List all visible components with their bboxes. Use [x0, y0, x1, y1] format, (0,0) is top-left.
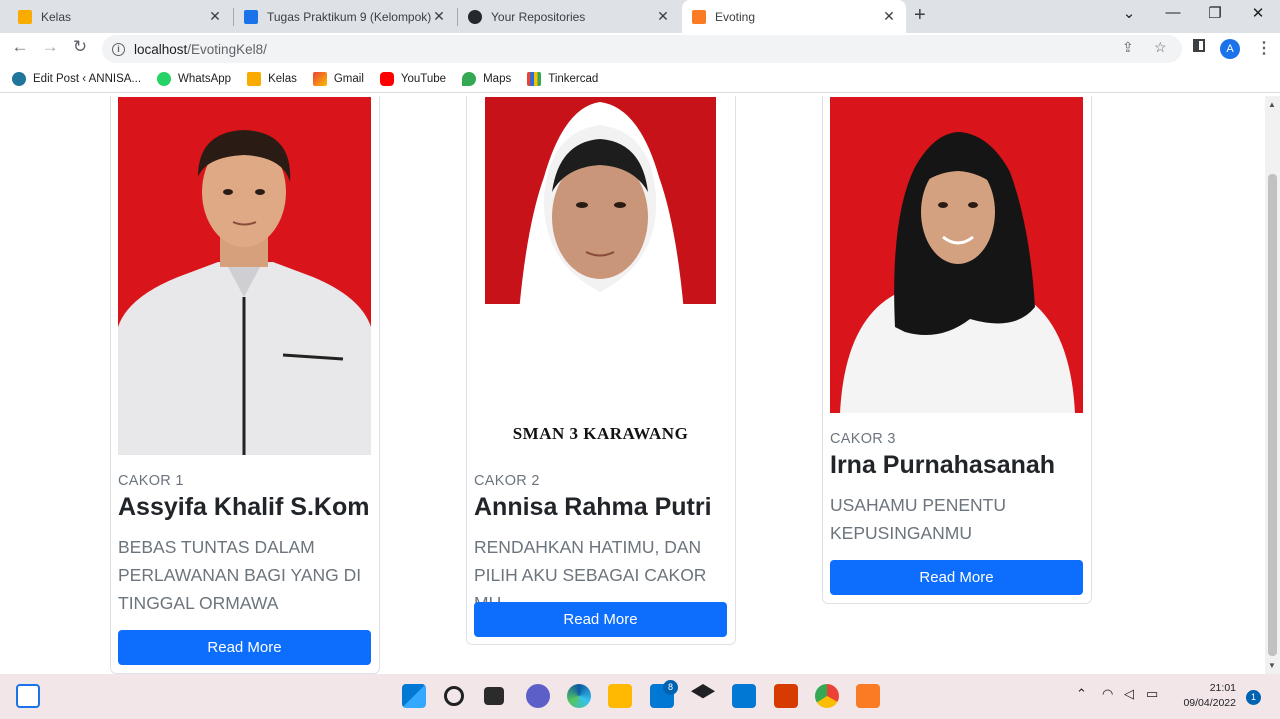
- url-host: localhost: [134, 41, 188, 57]
- bookmark-maps[interactable]: Maps: [462, 71, 511, 86]
- read-more-button[interactable]: Read More: [118, 630, 371, 665]
- scroll-down-arrow[interactable]: ▼: [1268, 661, 1276, 670]
- search-icon[interactable]: [444, 686, 464, 706]
- edge-icon[interactable]: [567, 684, 591, 708]
- youtube-icon: [379, 71, 394, 86]
- menu-icon[interactable]: ⋮: [1256, 38, 1272, 58]
- close-icon[interactable]: ✕: [656, 8, 670, 25]
- candidate-motto: USAHAMU PENENTU KEPUSINGANMU: [830, 495, 1006, 543]
- photo-caption: SMAN 3 KARAWANG: [512, 424, 689, 443]
- xampp-icon[interactable]: [856, 684, 880, 708]
- back-button[interactable]: ←: [9, 37, 31, 57]
- office-icon[interactable]: [774, 684, 798, 708]
- tab-search-icon[interactable]: ⌄: [1119, 4, 1139, 22]
- clock-date: 09/04/2022: [1183, 697, 1236, 709]
- maps-icon: [462, 71, 477, 86]
- site-info-icon[interactable]: i: [112, 42, 125, 56]
- reload-button[interactable]: ↻: [69, 37, 91, 57]
- classroom-icon: [18, 9, 32, 24]
- start-icon[interactable]: [402, 684, 426, 708]
- file-explorer-icon[interactable]: [608, 684, 632, 708]
- widgets-icon[interactable]: [16, 684, 40, 708]
- mail-badge: 8: [663, 680, 678, 695]
- bookmark-gmail[interactable]: Gmail: [312, 71, 364, 86]
- candidate-name: Annisa Rahma Putri: [474, 493, 712, 521]
- page-scrollbar[interactable]: ▲ ▼: [1265, 96, 1280, 674]
- gmail-icon: [312, 71, 327, 86]
- candidate-card-2: SMAN 3 KARAWANG CAKOR 2 Annisa Rahma Put…: [466, 96, 736, 645]
- tray-overflow-icon[interactable]: ⌃: [1076, 686, 1087, 702]
- candidate-photo-3: [830, 97, 1083, 413]
- forward-button[interactable]: →: [39, 37, 61, 57]
- candidate-photo-2: [474, 97, 727, 455]
- close-icon[interactable]: ✕: [208, 8, 222, 25]
- candidate-card-1: CAKOR 1 Assyifa Khalif S.Kom BEBAS TUNTA…: [110, 96, 380, 674]
- candidate-card-3: CAKOR 3 Irna Purnahasanah USAHAMU PENENT…: [822, 96, 1092, 604]
- candidate-motto: BEBAS TUNTAS DALAM PERLAWANAN BAGI YANG …: [118, 537, 362, 613]
- read-more-button[interactable]: Read More: [830, 560, 1083, 595]
- tab-your-repositories[interactable]: Your Repositories ✕: [458, 0, 680, 33]
- wifi-icon[interactable]: ◠: [1102, 686, 1113, 702]
- notification-badge[interactable]: 1: [1246, 690, 1261, 705]
- tab-evoting[interactable]: Evoting ✕: [682, 0, 906, 33]
- close-icon[interactable]: ✕: [882, 8, 896, 25]
- volume-icon[interactable]: ◁: [1124, 686, 1134, 702]
- tab-tugas-praktikum[interactable]: Tugas Praktikum 9 (Kelompok) ✕: [234, 0, 456, 33]
- bookmark-tinkercad[interactable]: Tinkercad: [527, 71, 598, 86]
- bookmark-edit-post[interactable]: Edit Post ‹ ANNISA...: [12, 71, 141, 86]
- candidate-name: Assyifa Khalif S.Kom: [118, 493, 370, 521]
- bookmark-youtube[interactable]: YouTube: [379, 71, 446, 86]
- address-bar[interactable]: i localhost/EvotingKel8/ ⇪ ☆: [102, 35, 1182, 63]
- scroll-thumb[interactable]: [1268, 174, 1277, 656]
- clock[interactable]: 21:01 09/04/2022: [1170, 681, 1236, 711]
- candidate-photo-1: [118, 97, 371, 455]
- restore-button[interactable]: ❐: [1205, 4, 1225, 22]
- close-window-button[interactable]: ✕: [1248, 4, 1268, 22]
- candidate-name: Irna Purnahasanah: [830, 451, 1056, 479]
- xampp-icon: [692, 9, 706, 24]
- whatsapp-icon: [157, 71, 172, 86]
- scroll-up-arrow[interactable]: ▲: [1268, 100, 1276, 109]
- classroom-icon: [247, 71, 262, 86]
- power-automate-icon[interactable]: [732, 684, 756, 708]
- browser-toolbar: ← → ↻ i localhost/EvotingKel8/ ⇪ ☆ A ⋮: [0, 33, 1280, 65]
- tab-bar: Kelas ✕ Tugas Praktikum 9 (Kelompok) ✕ Y…: [0, 0, 1280, 33]
- clock-time: 21:01: [1209, 682, 1236, 694]
- profile-avatar[interactable]: A: [1220, 39, 1240, 59]
- bookmark-star-icon[interactable]: ☆: [1154, 39, 1167, 56]
- tab-kelas[interactable]: Kelas ✕: [8, 0, 232, 33]
- tinkercad-icon: [527, 71, 542, 86]
- task-view-icon[interactable]: [484, 687, 504, 705]
- read-more-button[interactable]: Read More: [474, 602, 727, 637]
- assignment-icon: [244, 9, 258, 24]
- close-icon[interactable]: ✕: [432, 8, 446, 25]
- bookmark-whatsapp[interactable]: WhatsApp: [157, 71, 231, 86]
- windows-taskbar: 8 ⌃ ◠ ◁ ▭ 21:01 09/04/2022 1: [0, 674, 1280, 719]
- page-viewport: CAKOR 1 Assyifa Khalif S.Kom BEBAS TUNTA…: [0, 96, 1280, 674]
- minimize-button[interactable]: —: [1163, 4, 1183, 21]
- dropbox-icon[interactable]: [691, 684, 715, 699]
- bookmark-kelas[interactable]: Kelas: [247, 71, 297, 86]
- wordpress-icon: [12, 71, 26, 86]
- chat-icon[interactable]: [526, 684, 550, 708]
- candidate-number: CAKOR 2: [474, 473, 540, 489]
- chrome-icon[interactable]: [815, 684, 839, 708]
- candidate-number: CAKOR 3: [830, 431, 896, 447]
- github-icon: [468, 9, 482, 24]
- side-panel-icon[interactable]: [1193, 39, 1205, 52]
- new-tab-button[interactable]: +: [914, 4, 926, 27]
- url-path: /EvotingKel8/: [187, 41, 267, 57]
- candidate-number: CAKOR 1: [118, 473, 184, 489]
- bookmarks-bar: Edit Post ‹ ANNISA... WhatsApp Kelas Gma…: [0, 65, 1280, 93]
- battery-icon[interactable]: ▭: [1146, 686, 1158, 702]
- share-icon[interactable]: ⇪: [1122, 39, 1134, 56]
